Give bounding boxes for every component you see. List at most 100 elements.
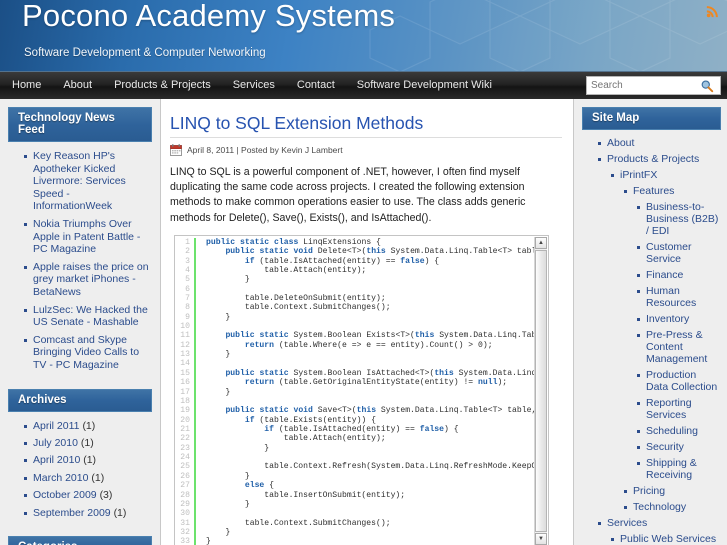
sitemap-item[interactable]: Business-to-Business (B2B) / EDI — [637, 201, 719, 237]
code-block[interactable]: 1 2 3 4 5 6 7 8 9 10 11 12 13 14 15 16 17 18 19 20 21 22 23 24 2… — [174, 234, 549, 545]
site-title: Pocono Academy Systems — [22, 0, 396, 33]
site-tagline: Software Development & Computer Networki… — [24, 47, 266, 59]
code-line-number: 4 — [185, 265, 190, 275]
archive-label: March 2010 — [33, 471, 89, 484]
code-line: table.Attach(entity); — [206, 434, 386, 444]
code-line-number: 2 — [185, 247, 190, 257]
post-meta: April 8, 2011 | Posted by Kevin J Lamber… — [170, 144, 562, 156]
sitemap-item[interactable]: Products & Projects — [598, 153, 719, 165]
sitemap-item[interactable]: Finance — [637, 269, 719, 281]
nav-item-contact[interactable]: Contact — [286, 72, 346, 99]
sitemap-item[interactable]: Customer Service — [637, 241, 719, 265]
search-input[interactable] — [587, 77, 699, 94]
widget-body-news: Key Reason HP's Apotheker Kicked Livermo… — [8, 142, 152, 381]
sitemap-item[interactable]: Features — [624, 185, 719, 197]
archive-count: (1) — [80, 436, 94, 449]
code-line-number: 16 — [180, 378, 190, 388]
code-line-number: 10 — [180, 322, 190, 332]
sitemap-item[interactable]: Technology — [624, 501, 719, 513]
code-line-number: 26 — [180, 471, 190, 481]
code-line: } — [206, 350, 231, 360]
nav-item-home[interactable]: Home — [0, 72, 52, 99]
list-item[interactable]: September 2009 (1) — [24, 507, 150, 519]
code-line-number: 12 — [180, 340, 190, 350]
code-line-number: 19 — [180, 406, 190, 416]
code-line: table.Context.Refresh(System.Data.Linq.R… — [206, 462, 535, 472]
list-item[interactable]: April 2010 (1) — [24, 454, 150, 466]
archive-label: July 2010 — [33, 436, 78, 449]
list-item[interactable]: March 2010 (1) — [24, 472, 150, 484]
code-line: public static System.Boolean IsAttached<… — [225, 368, 535, 378]
search-box[interactable] — [586, 76, 721, 95]
sitemap-item[interactable]: Public Web Services — [611, 533, 719, 545]
widget-title-news: Technology News Feed — [8, 107, 152, 142]
rss-icon[interactable] — [706, 4, 720, 18]
list-item[interactable]: April 2011 (1) — [24, 420, 150, 432]
list-item[interactable]: LulzSec: We Hacked the US Senate - Masha… — [24, 304, 150, 329]
list-item[interactable]: Apple raises the price on grey market iP… — [24, 261, 150, 299]
widget-body-site-map: About Products & Projects iPrintFX Features… — [582, 130, 721, 545]
calendar-icon — [170, 144, 182, 156]
code-line-number: 27 — [180, 481, 190, 491]
list-item[interactable]: July 2010 (1) — [24, 437, 150, 449]
sitemap-item[interactable]: Production Data Collection — [637, 369, 719, 393]
code-line-number: 3 — [185, 256, 190, 266]
left-sidebar: Technology News Feed Key Reason HP's Apo… — [0, 99, 161, 545]
code-line-numbers: 1 2 3 4 5 6 7 8 9 10 11 12 13 14 15 16 17 18 19 20 21 22 23 24 2… — [175, 238, 194, 545]
code-line-number: 21 — [180, 425, 190, 434]
archive-label: September 2009 — [33, 506, 111, 519]
nav-item-services[interactable]: Services — [222, 72, 286, 99]
main-navigation: Home About Products & Projects Services … — [0, 71, 727, 99]
post-body-text: LINQ to SQL is a powerful component of .… — [170, 166, 526, 224]
nav-item-products-projects[interactable]: Products & Projects — [103, 72, 222, 99]
code-line: table.DeleteOnSubmit(entity); — [206, 293, 386, 303]
sitemap-item[interactable]: Human Resources — [637, 285, 719, 309]
sitemap-item[interactable]: Reporting Services — [637, 397, 719, 421]
code-line: } — [206, 471, 250, 481]
list-item[interactable]: Comcast and Skype Bringing Video Calls t… — [24, 334, 150, 372]
code-line: } — [206, 527, 231, 537]
code-scroll-viewport: 1 2 3 4 5 6 7 8 9 10 11 12 13 14 15 16 17 18 19 20 21 22 23 24 2… — [175, 235, 535, 545]
code-line-number: 11 — [180, 331, 190, 341]
code-line: } — [206, 499, 250, 509]
list-item[interactable]: October 2009 (3) — [24, 489, 150, 501]
scroll-down-button[interactable]: ▼ — [535, 532, 547, 545]
code-line-number: 13 — [180, 350, 190, 360]
sitemap-item[interactable]: Pricing — [624, 485, 719, 497]
code-source-lines: public static class LinqExtensions { pub… — [196, 238, 535, 545]
sitemap-item[interactable]: Scheduling — [637, 425, 719, 437]
sitemap-item[interactable]: About — [598, 137, 719, 149]
code-line-number: 6 — [185, 284, 190, 294]
list-item[interactable]: Key Reason HP's Apotheker Kicked Livermo… — [24, 150, 150, 213]
sitemap-item[interactable]: Services — [598, 517, 719, 529]
sitemap-item[interactable]: Inventory — [637, 313, 719, 325]
code-line-number: 5 — [185, 275, 190, 285]
scroll-up-button[interactable]: ▲ — [535, 236, 547, 249]
nav-item-about[interactable]: About — [52, 72, 103, 99]
page-root: Pocono Academy Systems Software Developm… — [0, 0, 727, 545]
search-magnifier-icon[interactable] — [700, 79, 714, 93]
nav-item-software-development-wiki[interactable]: Software Development Wiki — [346, 72, 503, 99]
code-line-number: 31 — [180, 518, 190, 528]
code-line: if (table.IsAttached(entity) == false) { — [264, 425, 459, 434]
sitemap-sublist: Business-to-Business (B2B) / EDI Customer… — [624, 201, 719, 481]
sitemap-item[interactable]: Shipping & Receiving — [637, 457, 719, 481]
vertical-scrollbar-thumb[interactable] — [535, 249, 547, 532]
code-vertical-scrollbar[interactable]: ▲ ▼ — [534, 236, 547, 545]
widget-body-archives: April 2011 (1) July 2010 (1) April 2010 … — [8, 412, 152, 528]
site-header: Pocono Academy Systems Software Developm… — [0, 0, 727, 71]
archive-count: (1) — [82, 419, 96, 432]
archive-count: (1) — [113, 506, 127, 519]
blog-post: LINQ to SQL Extension Methods April 8, 2… — [162, 99, 572, 545]
widget-title-archives: Archives — [8, 388, 152, 412]
list-item[interactable]: Nokia Triumphs Over Apple in Patent Batt… — [24, 218, 150, 256]
sitemap-item[interactable]: Pre-Press & Content Management — [637, 329, 719, 365]
sitemap-item[interactable]: Security — [637, 441, 719, 453]
sitemap-item[interactable]: iPrintFX — [611, 169, 719, 181]
code-line: if (table.IsAttached(entity) == false) { — [244, 256, 440, 266]
widget-categories: Categories Cloud Computing (1) Consumer … — [8, 535, 152, 545]
